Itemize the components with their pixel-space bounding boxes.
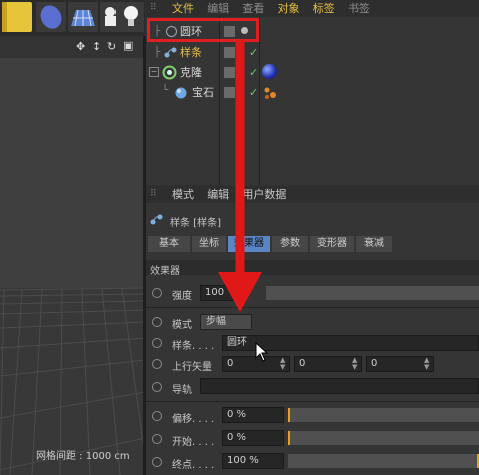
tree-line: ├: [154, 47, 161, 58]
menu-objects[interactable]: 对象: [278, 0, 300, 17]
section-title: 效果器: [150, 266, 180, 277]
separator: [146, 307, 479, 308]
tab-falloff[interactable]: 衰减: [356, 236, 392, 252]
highlight-box: [147, 18, 259, 42]
attribute-manager: ⠿ 模式 编辑 用户数据 样条 [样条] 基本 坐标 效果器 参数 变形器 衰减…: [146, 186, 479, 475]
material-tag-icon[interactable]: [262, 64, 277, 79]
enabled-check-icon[interactable]: ✓: [249, 43, 258, 62]
keyframe-toggle[interactable]: [152, 288, 162, 298]
stepper-arrows-icon[interactable]: ▲ ▼: [424, 357, 429, 371]
spline-icon: [164, 47, 177, 58]
tab-effector[interactable]: 效果器: [228, 236, 270, 252]
menu-bookmarks[interactable]: 书签: [348, 0, 370, 17]
attribute-manager-menubar: ⠿ 模式 编辑 用户数据: [146, 186, 479, 203]
collapse-icon[interactable]: −: [149, 67, 159, 77]
column-divider: [219, 17, 220, 185]
strength-input[interactable]: 100: [200, 285, 244, 301]
menu-tags[interactable]: 标签: [313, 0, 335, 17]
object-row-gem[interactable]: └ 宝石 ✓: [146, 83, 479, 102]
strength-label: 强度: [172, 291, 192, 302]
tab-coord[interactable]: 坐标: [192, 236, 226, 252]
grip-icon[interactable]: ⠿: [150, 189, 157, 200]
floor-button[interactable]: [68, 2, 98, 32]
light-button[interactable]: [116, 2, 144, 32]
offset-label: 偏移. . . .: [172, 414, 215, 425]
enabled-check-icon[interactable]: ✓: [249, 83, 258, 102]
tab-parameter[interactable]: 参数: [272, 236, 308, 252]
end-input[interactable]: 100 %: [222, 453, 284, 469]
end-slider[interactable]: [288, 454, 479, 468]
tab-deformer[interactable]: 变形器: [310, 236, 354, 252]
slider-handle[interactable]: [288, 408, 290, 422]
offset-slider[interactable]: [288, 408, 479, 422]
menu-file[interactable]: 文件: [172, 0, 194, 17]
cloner-icon: [162, 65, 177, 80]
rail-link-field[interactable]: [200, 378, 479, 394]
tab-basic[interactable]: 基本: [148, 236, 190, 252]
up-vector-label: 上行矢量: [172, 362, 212, 373]
stepper-arrows-icon[interactable]: ▲ ▼: [280, 357, 285, 371]
enabled-check-icon[interactable]: ✓: [249, 63, 258, 82]
keyframe-toggle[interactable]: [152, 457, 162, 467]
keyframe-toggle[interactable]: [152, 382, 162, 392]
keyframe-toggle[interactable]: [152, 317, 162, 327]
object-title: 样条 [样条]: [170, 218, 221, 229]
start-slider[interactable]: [288, 431, 479, 445]
mode-dropdown[interactable]: 步幅: [200, 314, 252, 330]
viewport-header: ✥ ↕ ↻ ▣: [0, 36, 145, 58]
viewport[interactable]: ✥ ↕ ↻ ▣: [0, 36, 145, 475]
strength-slider[interactable]: [266, 286, 479, 300]
toolbar: [0, 0, 145, 36]
rail-label: 导轨: [172, 385, 192, 396]
object-row-cloner[interactable]: − 克隆 ✓: [146, 63, 479, 82]
stepper-arrows-icon[interactable]: ▲ ▼: [352, 357, 357, 371]
tool-icon: [2, 2, 7, 32]
gem-icon: [175, 87, 187, 99]
zoom-view-icon[interactable]: ↕: [92, 40, 101, 53]
keyframe-toggle[interactable]: [152, 434, 162, 444]
column-divider: [259, 17, 260, 185]
object-name[interactable]: 宝石: [192, 83, 214, 102]
rotate-view-icon[interactable]: ↻: [107, 40, 116, 53]
object-name[interactable]: 样条: [180, 43, 202, 62]
menu-view[interactable]: 查看: [242, 0, 264, 17]
viewport-grid: [0, 58, 145, 475]
menu-mode[interactable]: 模式: [172, 186, 194, 203]
grip-icon[interactable]: ⠿: [150, 3, 157, 13]
start-input[interactable]: 0 %: [222, 430, 284, 446]
offset-input[interactable]: 0 %: [222, 407, 284, 423]
floor-grid-icon: [71, 9, 95, 27]
tree-line: └: [162, 85, 169, 96]
start-label: 开始. . . .: [172, 437, 215, 448]
section-header: 效果器: [146, 260, 479, 277]
deformer-button[interactable]: [36, 2, 66, 32]
slider-handle[interactable]: [288, 431, 290, 445]
mode-label: 模式: [172, 320, 192, 331]
visibility-toggle[interactable]: [224, 47, 235, 58]
object-name[interactable]: 克隆: [180, 63, 202, 82]
visibility-toggle[interactable]: [224, 67, 235, 78]
visibility-toggle[interactable]: [224, 87, 235, 98]
keyframe-toggle[interactable]: [152, 411, 162, 421]
keyframe-toggle[interactable]: [152, 359, 162, 369]
maximize-view-icon[interactable]: ▣: [123, 39, 133, 52]
grid-spacing-label: 网格间距 : 1000 cm: [36, 451, 130, 462]
menu-edit[interactable]: 编辑: [207, 186, 229, 203]
separator: [146, 401, 479, 402]
spline-effector-icon: [150, 214, 163, 225]
object-row-spline[interactable]: ├ 样条 ✓: [146, 43, 479, 62]
move-view-icon[interactable]: ✥: [76, 40, 85, 53]
spline-label: 样条. . . .: [172, 341, 215, 352]
deformer-icon: [40, 5, 62, 29]
mouse-cursor-icon: [255, 342, 269, 362]
light-bulb-icon: [124, 6, 138, 26]
object-manager-menubar: 文件 编辑 查看 对象 标签 书签: [146, 0, 479, 17]
texture-tag-icon[interactable]: [263, 86, 277, 100]
keyframe-toggle[interactable]: [152, 338, 162, 348]
end-label: 终点. . . .: [172, 460, 215, 471]
menu-user-data[interactable]: 用户数据: [242, 186, 286, 203]
highlighted-tool-button[interactable]: [2, 2, 32, 32]
menu-edit[interactable]: 编辑: [207, 0, 229, 17]
